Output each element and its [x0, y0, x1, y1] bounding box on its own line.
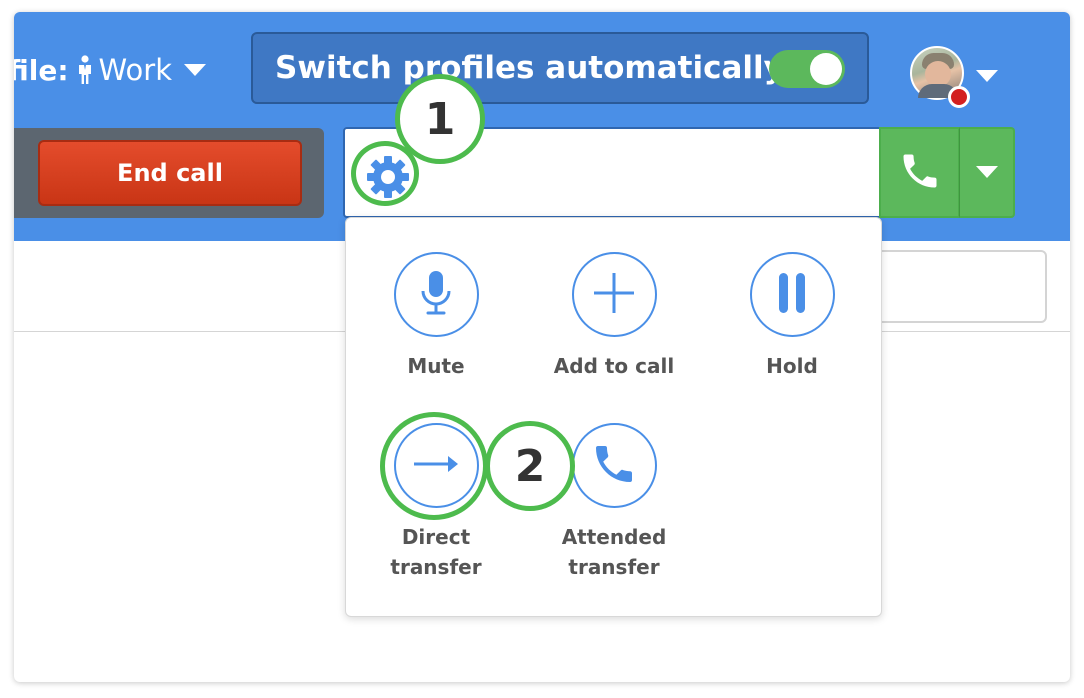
mute-label: Mute: [407, 354, 465, 378]
status-dot: [948, 86, 970, 108]
profile-name: Work: [98, 53, 172, 87]
call-options-dropdown[interactable]: [959, 127, 1015, 218]
add-to-call-action[interactable]: Add to call: [549, 252, 679, 381]
search-field[interactable]: [869, 250, 1047, 323]
call-button[interactable]: [879, 127, 960, 218]
person-icon: [77, 55, 93, 85]
attended-transfer-button[interactable]: [571, 423, 657, 508]
direct-transfer-highlight-ring: [380, 412, 488, 520]
end-call-button[interactable]: End call: [38, 140, 302, 206]
step-2-badge: 2: [485, 421, 575, 511]
microphone-icon: [416, 269, 456, 321]
profile-selector[interactable]: file: Work: [14, 50, 206, 90]
phone-icon: [590, 440, 638, 492]
attended-transfer-label: Attended transfer: [561, 525, 667, 579]
mute-action[interactable]: Mute: [371, 252, 501, 381]
phone-icon: [898, 149, 942, 197]
direct-transfer-label: Direct transfer: [390, 525, 482, 579]
plus-icon: [589, 268, 639, 322]
toggle-knob: [810, 53, 842, 85]
hold-button[interactable]: [749, 252, 835, 337]
avatar[interactable]: [910, 46, 970, 108]
account-menu-chevron-icon[interactable]: [976, 67, 998, 86]
add-to-call-button[interactable]: [571, 252, 657, 337]
chevron-down-icon: [183, 64, 206, 76]
profile-label: file:: [14, 53, 69, 87]
pause-icon: [772, 271, 812, 319]
hold-action[interactable]: Hold: [727, 252, 857, 381]
step-1-badge: 1: [395, 74, 485, 164]
auto-switch-toggle[interactable]: [769, 50, 845, 88]
auto-switch-label: Switch profiles automatically: [275, 50, 784, 86]
chevron-down-icon: [975, 163, 998, 182]
add-to-call-label: Add to call: [553, 354, 675, 378]
mute-button[interactable]: [393, 252, 479, 337]
top-bar: file: Work Switch profiles automatically: [14, 12, 1070, 241]
active-call-panel: End call: [14, 128, 324, 218]
auto-switch-panel: Switch profiles automatically: [251, 32, 869, 104]
app-window: file: Work Switch profiles automatically: [14, 12, 1070, 682]
hold-label: Hold: [766, 354, 818, 378]
